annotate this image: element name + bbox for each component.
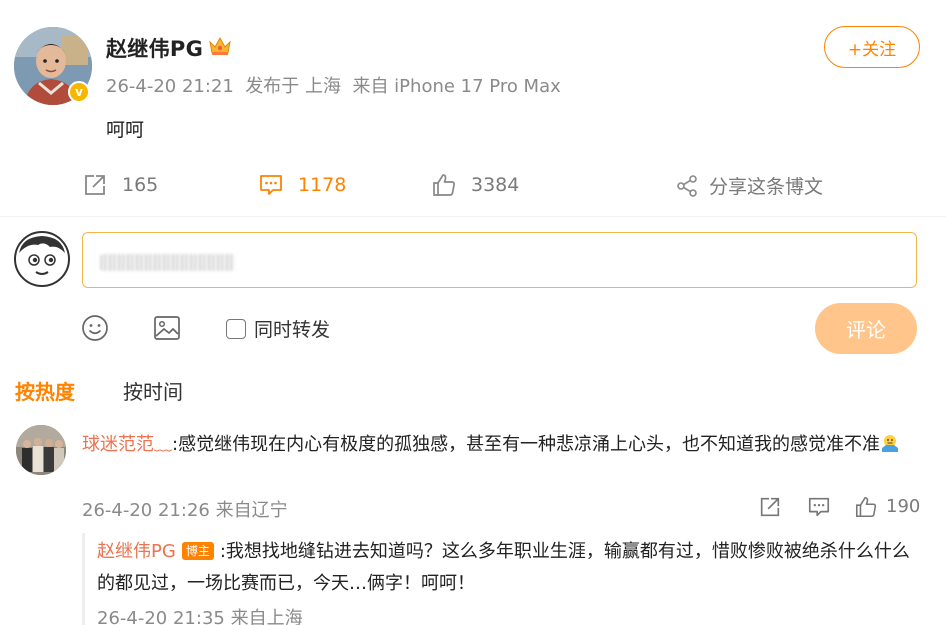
comment-meta: 26-4-20 21:26 来自辽宁 [82, 500, 288, 521]
input-draft-text-blurred [100, 254, 235, 271]
comment-icon [260, 175, 282, 195]
emoji-icon[interactable] [81, 314, 109, 342]
comment-like-count: 190 [886, 496, 921, 517]
reply-body: 赵继伟PG 博主:我想找地缝钻进去知道吗？这么多年职业生涯，输赢都有过，惜败惨败被… [97, 536, 927, 600]
reply-meta: 26-4-20 21:35 来自上海 [97, 608, 303, 625]
comment-repost-icon[interactable] [758, 495, 782, 519]
comment-body: 球迷范范﹏:感觉继伟现在内心有极度的孤独感，甚至有一种悲凉涌上心头，也不知道我的… [82, 429, 927, 461]
tab-sort-hot[interactable]: 按热度 [15, 376, 75, 405]
verified-badge-icon: v [68, 81, 90, 103]
like-count: 3384 [471, 174, 520, 196]
follow-button[interactable]: +关注 [824, 26, 920, 68]
divider [0, 216, 946, 217]
comment-reply-icon[interactable] [807, 495, 831, 519]
commenter-name[interactable]: 球迷范范﹏ [82, 434, 172, 455]
thumbs-up-icon [433, 174, 455, 196]
comment-count: 1178 [298, 174, 347, 196]
comment-like-icon[interactable] [854, 495, 878, 519]
post-author-name[interactable]: 赵继伟PG [106, 33, 203, 63]
post-text: 呵呵 [106, 119, 145, 141]
share-label: 分享这条博文 [709, 176, 824, 198]
sync-repost-option[interactable]: 同时转发 [226, 315, 330, 342]
image-icon[interactable] [153, 314, 181, 342]
sync-repost-checkbox[interactable] [226, 318, 246, 339]
sync-repost-label: 同时转发 [254, 319, 331, 341]
share-icon [677, 174, 697, 197]
commenter-avatar[interactable] [16, 425, 66, 475]
submit-comment-button[interactable]: 评论 [815, 303, 917, 354]
blogger-tag-badge: 博主 [181, 542, 214, 560]
reply-thread-bar [82, 533, 85, 625]
tab-sort-time[interactable]: 按时间 [123, 376, 183, 405]
share-button[interactable]: 分享这条博文 [675, 172, 823, 199]
reply-text: :我想找地缝钻进去知道吗？这么多年职业生涯，输赢都有过，惜败惨败被绝杀什么什么的… [97, 541, 910, 594]
comment-text: :感觉继伟现在内心有极度的孤独感，甚至有一种悲凉涌上心头，也不知道我的感觉准不准 [172, 434, 881, 455]
repost-count: 165 [122, 174, 159, 196]
repost-button[interactable]: 165 [82, 172, 158, 198]
repost-icon [85, 175, 105, 195]
current-user-avatar [14, 231, 70, 287]
post-meta: 26-4-20 21:21 发布于 上海 来自 iPhone 17 Pro Ma… [106, 76, 561, 97]
reply-author-name[interactable]: 赵继伟PG [97, 541, 176, 562]
crown-icon [209, 36, 231, 55]
like-button[interactable]: 3384 [431, 172, 519, 198]
comment-button[interactable]: 1178 [258, 172, 346, 198]
emoji-shrug-icon [882, 435, 899, 452]
